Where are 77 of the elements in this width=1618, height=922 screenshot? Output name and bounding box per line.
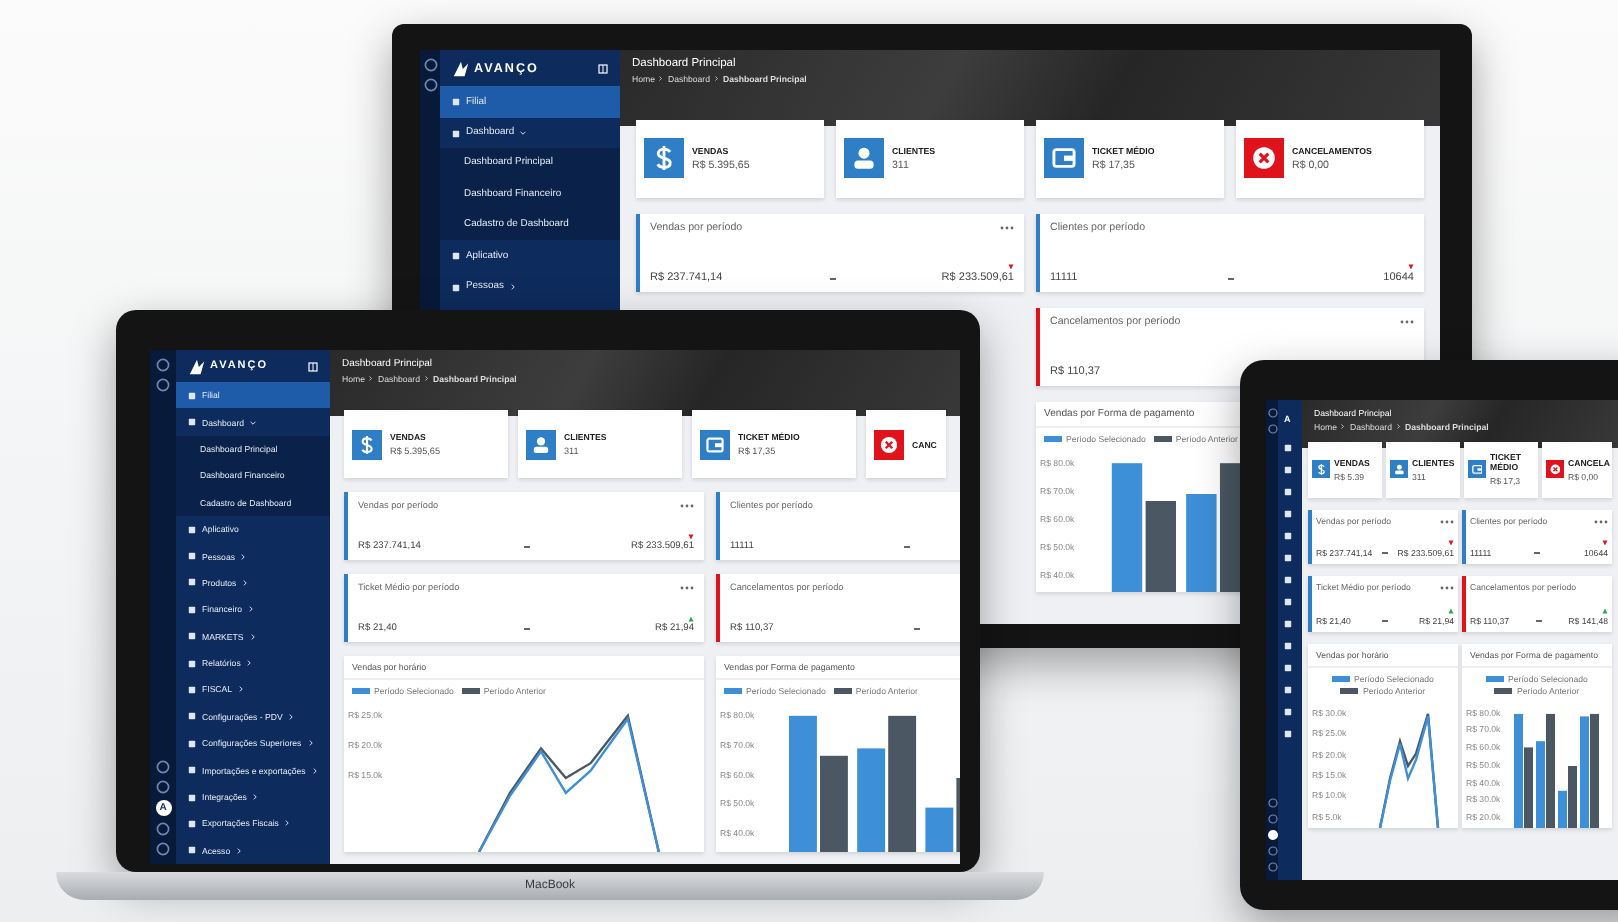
menu-item-icon bbox=[1284, 707, 1292, 715]
menu-item-icon bbox=[452, 129, 460, 137]
user-icon bbox=[852, 146, 876, 171]
wallet-icon bbox=[706, 435, 724, 453]
avatar-icon bbox=[1267, 830, 1277, 840]
circle-icon bbox=[156, 780, 170, 794]
dash-icon bbox=[1535, 620, 1542, 623]
menu-item-icon bbox=[188, 578, 196, 587]
circle-icon bbox=[156, 842, 170, 856]
menu-item-icon bbox=[188, 418, 196, 427]
circle-icon bbox=[1267, 798, 1277, 808]
dash-icon bbox=[1382, 620, 1388, 623]
cancel-icon bbox=[1549, 464, 1561, 476]
menu-item-icon bbox=[188, 739, 196, 748]
more-icon[interactable] bbox=[1440, 519, 1454, 524]
menu-item-icon bbox=[1284, 641, 1292, 649]
more-icon[interactable] bbox=[1000, 226, 1014, 231]
menu-item-icon bbox=[1284, 487, 1292, 495]
menu-item-icon bbox=[452, 252, 460, 261]
circle-icon bbox=[1267, 846, 1277, 856]
menu-item-icon bbox=[452, 98, 460, 107]
logo-mark-icon bbox=[452, 59, 470, 78]
menu-item-icon bbox=[1284, 729, 1292, 737]
circle-icon bbox=[1267, 862, 1277, 872]
menu-item-icon bbox=[188, 819, 196, 828]
menu-item-icon bbox=[188, 712, 196, 721]
menu-toggle-icon bbox=[308, 361, 318, 371]
menu-toggle-icon bbox=[598, 63, 608, 74]
dollar-icon bbox=[1315, 464, 1327, 476]
more-icon[interactable] bbox=[1440, 586, 1454, 591]
circle-icon bbox=[156, 378, 170, 392]
menu-item-icon bbox=[1284, 685, 1292, 693]
circle-icon bbox=[156, 358, 170, 372]
menu-item-icon bbox=[188, 391, 196, 400]
circle-icon bbox=[423, 58, 437, 72]
wallet-icon bbox=[1052, 146, 1076, 171]
dash-icon bbox=[1227, 278, 1234, 281]
circle-icon bbox=[1267, 814, 1277, 824]
dash-icon bbox=[903, 546, 910, 548]
menu-item-icon bbox=[1284, 509, 1292, 517]
more-icon[interactable] bbox=[1400, 320, 1414, 325]
menu-item-icon bbox=[1284, 553, 1292, 561]
menu-item-icon bbox=[1284, 597, 1292, 605]
menu-item-icon bbox=[188, 605, 196, 614]
dollar-icon bbox=[358, 435, 376, 453]
menu-item-icon bbox=[188, 552, 196, 561]
dollar-icon bbox=[652, 146, 676, 171]
circle-icon bbox=[1267, 408, 1277, 418]
menu-item-icon bbox=[188, 659, 196, 668]
menu-item-icon bbox=[1284, 531, 1292, 539]
menu-item-icon bbox=[188, 846, 196, 855]
dash-icon bbox=[829, 278, 835, 281]
circle-icon bbox=[1267, 424, 1277, 434]
logo-mark-icon bbox=[188, 357, 206, 375]
dash-icon bbox=[523, 628, 529, 630]
dash-icon bbox=[913, 628, 920, 630]
cancel-icon bbox=[880, 435, 898, 453]
wallet-icon bbox=[1471, 464, 1483, 476]
user-icon bbox=[532, 435, 550, 453]
menu-item-icon bbox=[188, 525, 196, 534]
menu-item-icon bbox=[1284, 443, 1292, 451]
circle-icon bbox=[423, 78, 437, 92]
dash-icon bbox=[523, 546, 529, 548]
menu-item-icon bbox=[1284, 575, 1292, 583]
circle-icon bbox=[156, 760, 170, 774]
menu-item-icon bbox=[1284, 663, 1292, 671]
more-icon[interactable] bbox=[1594, 519, 1608, 524]
menu-item-icon bbox=[188, 766, 196, 775]
menu-item-icon bbox=[188, 685, 196, 694]
menu-item-icon bbox=[188, 793, 196, 802]
menu-item-icon bbox=[1284, 619, 1292, 627]
user-icon bbox=[1393, 464, 1405, 476]
menu-item-icon bbox=[188, 632, 196, 641]
circle-icon bbox=[156, 822, 170, 836]
menu-item-icon bbox=[452, 283, 460, 292]
cancel-icon bbox=[1252, 146, 1276, 171]
menu-item-icon bbox=[1284, 465, 1292, 473]
